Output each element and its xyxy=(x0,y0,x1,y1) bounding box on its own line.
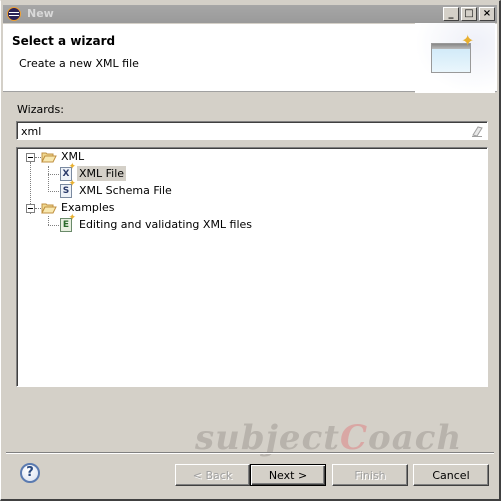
eclipse-icon xyxy=(7,7,21,21)
close-button[interactable]: × xyxy=(479,7,495,21)
xml-schema-file-icon: S ✦ xyxy=(60,180,76,198)
eraser-icon[interactable] xyxy=(471,125,483,137)
wizards-label: Wizards: xyxy=(17,103,64,116)
wizard-filter-field[interactable] xyxy=(16,121,488,140)
tree-item-xml-schema-file[interactable]: XML Schema File xyxy=(77,183,174,198)
folder-open-icon xyxy=(41,152,57,163)
maximize-button[interactable]: □ xyxy=(461,7,477,21)
wizard-filter-input[interactable] xyxy=(21,124,461,138)
help-icon[interactable]: ? xyxy=(20,463,40,483)
wizard-tree[interactable]: XML X ✦ XML File S ✦ XML Schema File Examp… xyxy=(16,147,488,387)
folder-open-icon xyxy=(41,203,57,214)
new-wizard-dialog: New _ □ × Select a wizard Create a new X… xyxy=(0,0,501,501)
finish-button[interactable]: Finish xyxy=(332,464,408,486)
cancel-button[interactable]: Cancel xyxy=(413,464,489,486)
page-description: Create a new XML file xyxy=(19,57,139,70)
window-title: New xyxy=(27,7,54,20)
footer-separator xyxy=(6,452,494,454)
tree-connector xyxy=(48,166,49,192)
back-button[interactable]: < Back xyxy=(175,464,250,486)
wizard-header: Select a wizard Create a new XML file ✦ xyxy=(3,23,497,93)
title-bar: New _ □ × xyxy=(3,5,497,23)
tree-connector xyxy=(48,216,49,225)
tree-item-xml-file[interactable]: XML File xyxy=(77,166,127,181)
minimize-button[interactable]: _ xyxy=(443,7,459,21)
collapse-toggle-xml[interactable] xyxy=(26,153,35,162)
example-project-icon: E ✦ xyxy=(60,214,76,232)
collapse-toggle-examples[interactable] xyxy=(26,204,35,213)
new-wizard-banner-icon: ✦ xyxy=(415,23,495,93)
tree-item-editing-validating-xml[interactable]: Editing and validating XML files xyxy=(77,217,254,232)
page-title: Select a wizard xyxy=(12,34,116,48)
next-button[interactable]: Next > xyxy=(250,464,326,486)
